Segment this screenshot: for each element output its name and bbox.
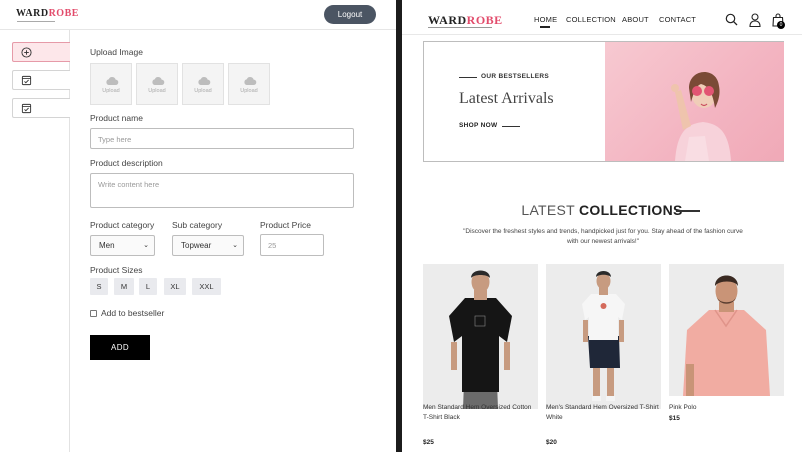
nav-contact[interactable]: CONTACT bbox=[659, 15, 696, 24]
upload-text: Upload bbox=[102, 88, 120, 94]
collections-heading: LATEST COLLECTIONS bbox=[402, 202, 802, 218]
product-name[interactable]: Men's Standard Hem Oversized T-Shirt Whi… bbox=[546, 403, 660, 423]
logo-underline bbox=[17, 21, 55, 22]
logout-button[interactable]: Logout bbox=[324, 5, 376, 24]
upload-image-slot-3[interactable]: Upload bbox=[182, 63, 224, 105]
collections-title-light: LATEST bbox=[521, 202, 575, 218]
product-price-label: Product Price bbox=[260, 220, 312, 230]
sub-category-label: Sub category bbox=[172, 220, 223, 230]
cart-count-badge: 0 bbox=[777, 21, 785, 29]
add-product-button[interactable]: ADD bbox=[90, 335, 150, 360]
logo-text-robe: ROBE bbox=[48, 8, 79, 19]
size-option-s[interactable]: S bbox=[90, 278, 108, 295]
header-divider bbox=[402, 34, 802, 35]
upload-image-slot-4[interactable]: Upload bbox=[228, 63, 270, 105]
product-price: $15 bbox=[669, 415, 680, 422]
sidebar-item-add-items[interactable] bbox=[12, 42, 70, 62]
upload-text: Upload bbox=[148, 88, 166, 94]
size-option-l[interactable]: L bbox=[139, 278, 157, 295]
product-image[interactable] bbox=[669, 264, 784, 396]
product-price: $20 bbox=[546, 439, 557, 446]
product-category-select[interactable]: Men ⌄ bbox=[90, 235, 155, 256]
product-name-input[interactable]: Type here bbox=[90, 128, 354, 149]
size-option-xxl[interactable]: XXL bbox=[192, 278, 221, 295]
logo-text-ward: WARD bbox=[16, 8, 49, 19]
bestseller-checkbox[interactable] bbox=[90, 310, 97, 317]
cloud-upload-icon bbox=[152, 76, 165, 85]
hero-eyebrow: OUR BESTSELLERS bbox=[481, 73, 550, 80]
logo-underline bbox=[428, 27, 492, 28]
chevron-down-icon: ⌄ bbox=[232, 242, 238, 249]
sidebar-item-orders[interactable] bbox=[12, 98, 70, 118]
upload-image-label: Upload Image bbox=[90, 47, 143, 57]
product-description-textarea[interactable]: Write content here bbox=[90, 173, 354, 208]
product-category-label: Product category bbox=[90, 220, 155, 230]
product-photo-black-tshirt bbox=[423, 264, 538, 409]
nav-active-indicator bbox=[540, 26, 550, 28]
product-name[interactable]: Men Standard Hem Oversized Cotton T-Shir… bbox=[423, 403, 533, 423]
nav-home[interactable]: HOME bbox=[534, 15, 557, 24]
hero-model-illustration bbox=[671, 71, 731, 161]
admin-panel: WARDROBE Logout Upload Image Upload Uplo… bbox=[0, 0, 396, 452]
product-description-label: Product description bbox=[90, 158, 163, 168]
add-circle-icon bbox=[21, 47, 32, 58]
eyebrow-line bbox=[459, 77, 477, 78]
sub-category-select[interactable]: Topwear ⌄ bbox=[172, 235, 244, 256]
upload-text: Upload bbox=[240, 88, 258, 94]
cloud-upload-icon bbox=[244, 76, 257, 85]
logo-text-robe: ROBE bbox=[466, 13, 503, 27]
product-image[interactable] bbox=[546, 264, 661, 409]
user-icon[interactable] bbox=[749, 13, 761, 27]
collections-subtitle: "Discover the freshest styles and trends… bbox=[463, 228, 743, 245]
collections-heading-line bbox=[676, 210, 700, 212]
upload-text: Upload bbox=[194, 88, 212, 94]
product-name-label: Product name bbox=[90, 113, 143, 123]
size-option-m[interactable]: M bbox=[114, 278, 134, 295]
collections-title-bold: COLLECTIONS bbox=[578, 202, 683, 218]
hero-banner: OUR BESTSELLERS Latest Arrivals SHOP NOW bbox=[423, 41, 784, 162]
admin-sidebar bbox=[0, 30, 70, 452]
nav-collection[interactable]: COLLECTION bbox=[566, 15, 616, 24]
nav-about[interactable]: ABOUT bbox=[622, 15, 649, 24]
upload-image-slot-2[interactable]: Upload bbox=[136, 63, 178, 105]
bestseller-label: Add to bestseller bbox=[101, 308, 165, 318]
product-price: $25 bbox=[423, 439, 434, 446]
hero-title: Latest Arrivals bbox=[459, 90, 554, 107]
storefront: WARDROBE HOME COLLECTION ABOUT CONTACT 0… bbox=[402, 0, 802, 452]
sidebar-item-list-items[interactable] bbox=[12, 70, 70, 90]
hero-image bbox=[605, 42, 784, 161]
search-icon[interactable] bbox=[725, 13, 738, 26]
add-product-form: Upload Image Upload Upload Upload Upload… bbox=[70, 30, 396, 452]
checklist-icon bbox=[21, 103, 32, 114]
store-logo[interactable]: WARDROBE bbox=[428, 13, 503, 28]
admin-header: WARDROBE Logout bbox=[0, 0, 396, 30]
admin-logo: WARDROBE bbox=[16, 8, 79, 19]
cloud-upload-icon bbox=[106, 76, 119, 85]
product-name[interactable]: Pink Polo bbox=[669, 403, 779, 413]
chevron-down-icon: ⌄ bbox=[143, 242, 149, 249]
product-image[interactable] bbox=[423, 264, 538, 409]
cloud-upload-icon bbox=[198, 76, 211, 85]
product-photo-pink-polo bbox=[669, 264, 784, 396]
product-photo-white-tshirt bbox=[546, 264, 661, 409]
cta-line bbox=[502, 126, 520, 127]
upload-image-slot-1[interactable]: Upload bbox=[90, 63, 132, 105]
product-price-input[interactable]: 25 bbox=[260, 234, 324, 256]
logo-text-ward: WARD bbox=[428, 13, 467, 27]
sub-category-value: Topwear bbox=[181, 241, 212, 250]
product-category-value: Men bbox=[99, 241, 115, 250]
checklist-icon bbox=[21, 75, 32, 86]
size-option-xl[interactable]: XL bbox=[164, 278, 186, 295]
shop-now-link[interactable]: SHOP NOW bbox=[459, 122, 497, 129]
product-sizes-label: Product Sizes bbox=[90, 265, 143, 275]
